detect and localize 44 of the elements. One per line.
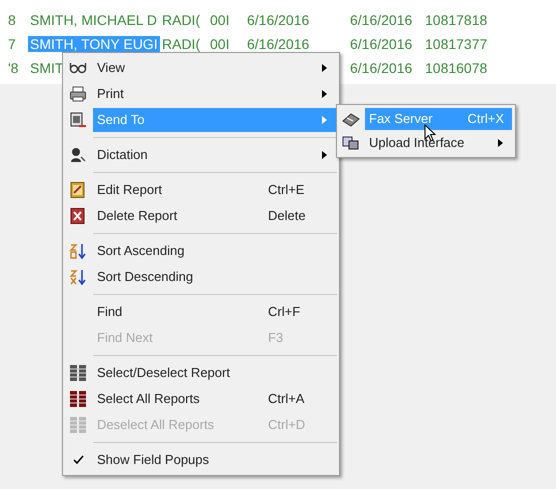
sort-descending-icon — [69, 268, 87, 286]
menu-item[interactable]: Find Crl+F — [93, 300, 336, 324]
menu-item[interactable]: Delete Report Delete — [93, 204, 336, 228]
table-cell-text: 00I — [209, 36, 230, 52]
menu-item[interactable]: View — [93, 56, 336, 80]
menu-item[interactable]: Print — [93, 82, 336, 106]
table-cell-text: 6/16/2016 — [349, 60, 414, 76]
table-cell-text: 6/16/2016 — [246, 36, 310, 52]
grid-icon — [69, 364, 87, 382]
menu-item[interactable]: Show Field Popups — [93, 448, 336, 472]
menu-item[interactable]: Select All Reports Ctrl+A — [93, 387, 336, 411]
delete-icon — [69, 207, 87, 225]
menu-item[interactable]: Upload Interface — [365, 132, 512, 154]
table-cell-text: 10817377 — [424, 36, 488, 52]
document-icon — [69, 111, 87, 129]
table-cell-text: 7 — [7, 36, 17, 52]
upload-icon — [342, 135, 360, 151]
table-cell-text: 6/16/2016 — [349, 36, 414, 52]
printer-icon — [69, 85, 87, 103]
menu-item[interactable]: Select/Deselect Report — [93, 361, 336, 385]
person-icon — [69, 146, 87, 164]
table-cell-text: 6/16/2016 — [246, 12, 310, 28]
menu-item[interactable]: Edit Report Ctrl+E — [93, 178, 336, 202]
table-cell-text: RADI( — [161, 36, 202, 52]
table-cell-text: SMIT — [29, 60, 64, 76]
table-cell-text: RADI( — [161, 12, 202, 28]
table-cell-text: 8 — [7, 12, 17, 28]
table-cell-text: SMITH, MICHAEL D — [29, 12, 158, 28]
table-cell-text: 10817818 — [424, 12, 488, 28]
menu-item[interactable]: Sort Descending — [93, 265, 336, 289]
table-cell-text: '8 — [7, 60, 20, 76]
table-cell-text: 00I — [209, 12, 230, 28]
menu-item[interactable]: Sort Ascending — [93, 239, 336, 263]
fax-icon — [342, 111, 360, 127]
edit-icon — [69, 181, 87, 199]
grid-icon — [69, 390, 87, 408]
table-cell-text: 10816078 — [424, 60, 488, 76]
menu-item[interactable]: Dictation — [93, 143, 336, 167]
table-cell-text: 6/16/2016 — [349, 12, 414, 28]
report-row[interactable]: 8 SMITH, MICHAEL D RADI( 00I 6/16/2016 6/16/2016 10817818 — [0, 8, 556, 32]
grid-icon — [69, 416, 87, 434]
sort-ascending-icon — [69, 242, 87, 260]
table-cell: SMITH, TONY EUGI — [28, 36, 160, 52]
report-row[interactable]: 7 SMITH, TONY EUGI RADI( 00I 6/16/2016 6/16/2016 10817377 — [0, 32, 556, 56]
